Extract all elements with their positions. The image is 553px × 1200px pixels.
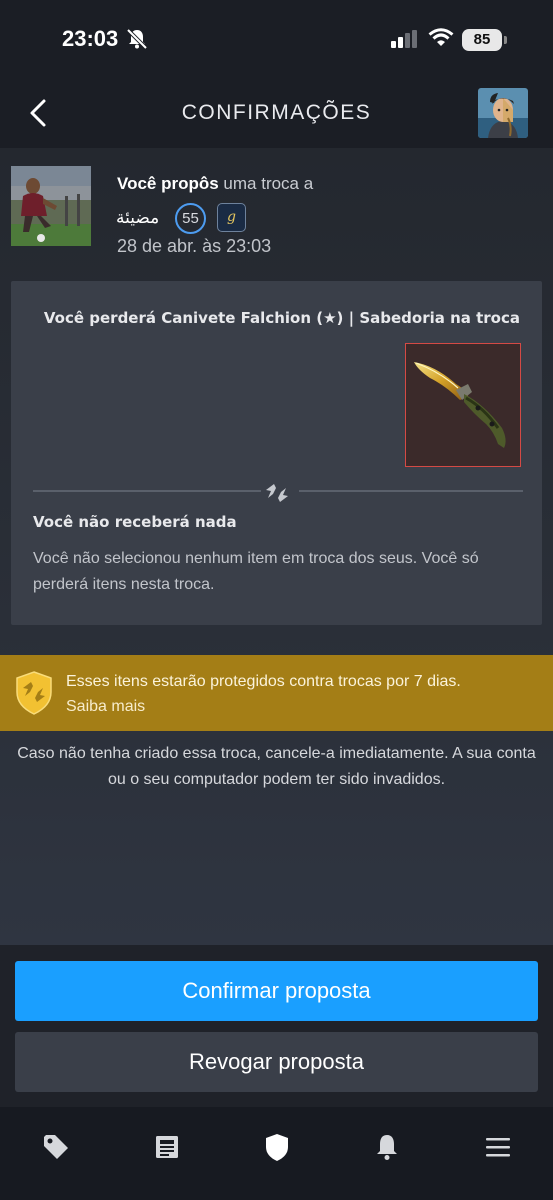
trade-card: Você perderá Canivete Falchion (★) | Sab…: [11, 281, 542, 625]
bottom-nav: [0, 1107, 553, 1200]
knife-icon: [414, 362, 506, 448]
shield-icon[interactable]: [262, 1132, 292, 1162]
game-badge-icon: g: [217, 203, 246, 232]
partner-name[interactable]: مضيئة: [116, 208, 159, 228]
security-warning: Caso não tenha criado essa troca, cancel…: [17, 745, 536, 788]
revoke-button[interactable]: Revogar proposta: [15, 1032, 538, 1092]
trade-date: 28 de abr. às 23:03: [117, 236, 272, 256]
divider: [299, 490, 523, 492]
proposal-rest: uma troca a: [218, 174, 314, 193]
signal-icon: [391, 30, 417, 48]
bell-icon[interactable]: [372, 1132, 402, 1162]
wifi-icon: [428, 28, 454, 46]
battery-indicator: 85: [462, 29, 502, 51]
action-bar: Confirmar proposta Revogar proposta: [0, 945, 553, 1107]
proposal-line: Você propôs uma troca a: [117, 174, 313, 194]
receive-description: Você não selecionou nenhum item em troca…: [33, 550, 479, 593]
learn-more-link[interactable]: Saiba mais: [66, 694, 461, 719]
protection-text: Esses itens estarão protegidos contra tr…: [66, 669, 461, 719]
tag-icon[interactable]: [41, 1132, 71, 1162]
header: CONFIRMAÇÕES: [0, 80, 553, 148]
protection-message: Esses itens estarão protegidos contra tr…: [66, 673, 461, 690]
level-badge: 55: [175, 203, 206, 234]
trade-protection-banner: Esses itens estarão protegidos contra tr…: [0, 655, 553, 731]
page-title: CONFIRMAÇÕES: [181, 101, 372, 124]
bell-off-icon: [126, 28, 148, 50]
user-avatar[interactable]: [478, 88, 528, 138]
news-icon[interactable]: [152, 1132, 182, 1162]
status-bar: 23:03 85: [0, 0, 553, 80]
swap-icon: [266, 484, 288, 502]
menu-icon[interactable]: [483, 1132, 513, 1162]
trade-protection-shield-icon: [16, 671, 52, 715]
trade-item-falchion-knife[interactable]: [405, 343, 521, 467]
proposal-bold: Você propôs: [117, 174, 219, 193]
partner-avatar[interactable]: [11, 166, 91, 246]
battery-tip: [504, 36, 507, 44]
confirm-button[interactable]: Confirmar proposta: [15, 961, 538, 1021]
receive-title: Você não receberá nada: [33, 513, 237, 531]
divider: [33, 490, 261, 492]
trade-confirmation: Você propôs uma troca a مضيئة 55 g 28 de…: [0, 148, 553, 945]
status-time: 23:03: [62, 26, 119, 51]
lose-title: Você perderá Canivete Falchion (★) | Sab…: [43, 309, 520, 327]
